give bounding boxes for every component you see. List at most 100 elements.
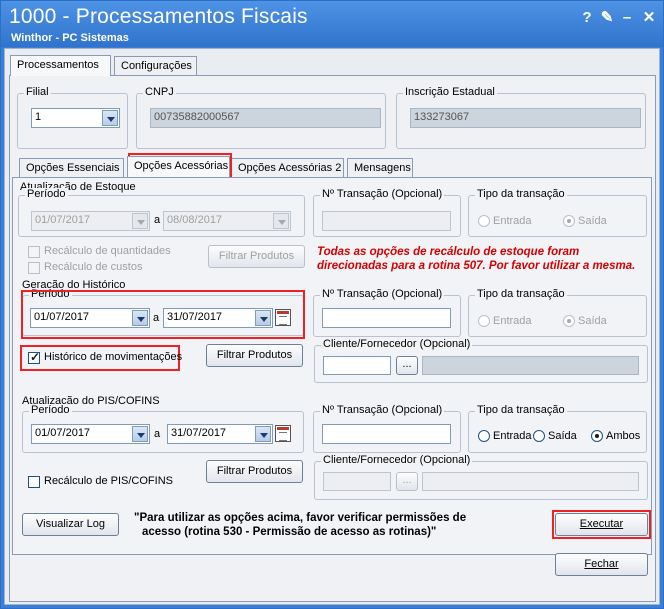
pis-recalc-label: Recálculo de PIS/COFINS bbox=[44, 475, 173, 487]
client-area: Processamentos Configurações Filial 1 CN… bbox=[4, 48, 660, 605]
fechar-button[interactable]: Fechar bbox=[555, 553, 648, 576]
historico-cliente-search-button[interactable]: ... bbox=[396, 356, 418, 375]
window-subtitle: Winthor - PC Sistemas bbox=[11, 32, 129, 44]
tab-configuracoes[interactable]: Configurações bbox=[114, 56, 197, 75]
pis-date-sep: a bbox=[154, 428, 161, 440]
pis-ntrans-input[interactable] bbox=[322, 424, 451, 444]
close-icon[interactable]: ✕ bbox=[640, 9, 658, 27]
chevron-down-icon[interactable] bbox=[255, 310, 271, 326]
ie-field: 133273067 bbox=[410, 108, 641, 128]
ie-group: Inscrição Estadual 133273067 bbox=[396, 86, 646, 149]
footer-note-line2: acesso (rotina 530 - Permissão de acesso… bbox=[142, 526, 437, 538]
historico-entrada-label: Entrada bbox=[493, 315, 532, 327]
pis-date-from-value: 01/07/2017 bbox=[35, 427, 91, 439]
pis-cliente-search-button[interactable]: ... bbox=[396, 472, 418, 491]
pis-cliente-input[interactable] bbox=[323, 472, 391, 491]
estoque-entrada-radio[interactable] bbox=[478, 215, 490, 227]
pis-cliente-name bbox=[422, 472, 639, 491]
help-icon[interactable]: ? bbox=[578, 9, 596, 27]
minimize-icon[interactable]: – bbox=[618, 9, 636, 27]
pis-ambos-label: Ambos bbox=[606, 430, 641, 442]
recalc-custos-checkbox[interactable] bbox=[28, 262, 40, 274]
chevron-down-icon[interactable] bbox=[132, 310, 148, 326]
estoque-ntrans-input[interactable] bbox=[322, 211, 451, 231]
historico-date-to[interactable]: 31/07/2017 bbox=[163, 308, 273, 328]
estoque-saida-radio[interactable] bbox=[563, 215, 575, 227]
historico-date-to-value: 31/07/2017 bbox=[167, 311, 223, 323]
chevron-down-icon[interactable] bbox=[132, 426, 148, 442]
estoque-date-from-value: 01/07/2017 bbox=[35, 214, 91, 226]
pis-ambos-radio[interactable] bbox=[591, 430, 603, 442]
estoque-periodo-label: Período bbox=[25, 188, 68, 200]
pis-date-from[interactable]: 01/07/2017 bbox=[31, 424, 150, 444]
estoque-warning-line1: Todas as opções de recálculo de estoque … bbox=[317, 246, 580, 258]
cnpj-field: 00735882000567 bbox=[150, 108, 381, 128]
filial-select[interactable]: 1 bbox=[31, 108, 120, 128]
pis-ntrans-label: Nº Transação (Opcional) bbox=[320, 404, 445, 416]
historico-tipo-label: Tipo da transação bbox=[475, 288, 567, 300]
cnpj-label: CNPJ bbox=[143, 86, 176, 98]
filial-label: Filial bbox=[24, 86, 51, 98]
historico-saida-label: Saída bbox=[578, 315, 607, 327]
pis-date-to-value: 31/07/2017 bbox=[171, 427, 227, 439]
historico-cliente-input[interactable] bbox=[323, 356, 391, 375]
filial-value: 1 bbox=[35, 111, 42, 123]
pis-saida-label: Saída bbox=[548, 430, 577, 442]
estoque-ntrans-label: Nº Transação (Opcional) bbox=[320, 188, 445, 200]
historico-mov-label: Histórico de movimentações bbox=[44, 351, 183, 363]
historico-cliente-name bbox=[422, 356, 639, 375]
pis-entrada-radio[interactable] bbox=[478, 430, 490, 442]
main-window: 1000 - Processamentos Fiscais Winthor - … bbox=[0, 0, 664, 609]
chevron-down-icon[interactable] bbox=[273, 213, 289, 229]
executar-button[interactable]: Executar bbox=[555, 513, 648, 536]
footer-note-line1: "Para utilizar as opções acima, favor ve… bbox=[134, 512, 467, 524]
chevron-down-icon[interactable] bbox=[132, 213, 148, 229]
recalc-quantidades-label: Recálculo de quantidades bbox=[44, 245, 171, 257]
estoque-saida-label: Saída bbox=[578, 215, 607, 227]
historico-saida-radio[interactable] bbox=[563, 315, 575, 327]
historico-cliente-label: Cliente/Fornecedor (Opcional) bbox=[321, 338, 473, 350]
filial-group: Filial 1 bbox=[17, 86, 128, 149]
calendar-icon[interactable] bbox=[275, 309, 291, 326]
historico-mov-checkbox[interactable]: ✓ bbox=[28, 350, 41, 364]
chevron-down-icon[interactable] bbox=[255, 426, 271, 442]
pis-filtrar-button[interactable]: Filtrar Produtos bbox=[206, 460, 303, 483]
pis-saida-radio[interactable] bbox=[533, 430, 545, 442]
processamentos-panel: Filial 1 CNPJ 00735882000567 Inscrição E… bbox=[9, 75, 656, 602]
tab-opcoes-acessorias[interactable]: Opções Acessórias bbox=[127, 156, 230, 177]
window-title: 1000 - Processamentos Fiscais bbox=[9, 5, 308, 28]
tab-processamentos[interactable]: Processamentos bbox=[10, 55, 111, 76]
visualizar-log-button[interactable]: Visualizar Log bbox=[22, 513, 119, 536]
pis-recalc-checkbox[interactable] bbox=[28, 476, 40, 488]
recalc-custos-label: Recálculo de custos bbox=[44, 261, 143, 273]
recalc-quantidades-checkbox[interactable] bbox=[28, 246, 40, 258]
pis-cliente-label: Cliente/Fornecedor (Opcional) bbox=[321, 454, 473, 466]
historico-filtrar-button[interactable]: Filtrar Produtos bbox=[206, 344, 303, 367]
estoque-filtrar-button[interactable]: Filtrar Produtos bbox=[208, 245, 305, 268]
historico-ntrans-label: Nº Transação (Opcional) bbox=[320, 288, 445, 300]
title-bar[interactable]: 1000 - Processamentos Fiscais Winthor - … bbox=[1, 1, 663, 47]
calendar-icon[interactable] bbox=[275, 425, 291, 442]
tab-opcoes-acessorias-2[interactable]: Opções Acessórias 2 bbox=[231, 158, 344, 177]
estoque-tipo-label: Tipo da transação bbox=[475, 188, 567, 200]
pis-entrada-label: Entrada bbox=[493, 430, 532, 442]
pis-periodo-label: Período bbox=[29, 404, 72, 416]
acessorias-panel: Atualização de Estoque Período 01/07/201… bbox=[12, 177, 652, 555]
estoque-warning-line2: direcionadas para a rotina 507. Por favo… bbox=[317, 260, 636, 272]
cnpj-group: CNPJ 00735882000567 bbox=[136, 86, 386, 149]
tab-opcoes-essenciais[interactable]: Opções Essenciais bbox=[19, 158, 124, 177]
estoque-entrada-label: Entrada bbox=[493, 215, 532, 227]
tab-mensagens[interactable]: Mensagens bbox=[347, 158, 413, 177]
estoque-date-from[interactable]: 01/07/2017 bbox=[31, 211, 150, 231]
pis-date-to[interactable]: 31/07/2017 bbox=[167, 424, 273, 444]
estoque-date-to[interactable]: 08/08/2017 bbox=[163, 211, 291, 231]
historico-entrada-radio[interactable] bbox=[478, 315, 490, 327]
edit-icon[interactable]: ✎ bbox=[598, 9, 616, 27]
historico-ntrans-input[interactable] bbox=[322, 308, 451, 328]
pis-tipo-label: Tipo da transação bbox=[475, 404, 567, 416]
chevron-down-icon[interactable] bbox=[102, 110, 118, 126]
estoque-date-to-value: 08/08/2017 bbox=[167, 214, 223, 226]
historico-date-from[interactable]: 01/07/2017 bbox=[30, 308, 150, 328]
checkmark-icon: ✓ bbox=[30, 350, 41, 364]
ie-label: Inscrição Estadual bbox=[403, 86, 497, 98]
